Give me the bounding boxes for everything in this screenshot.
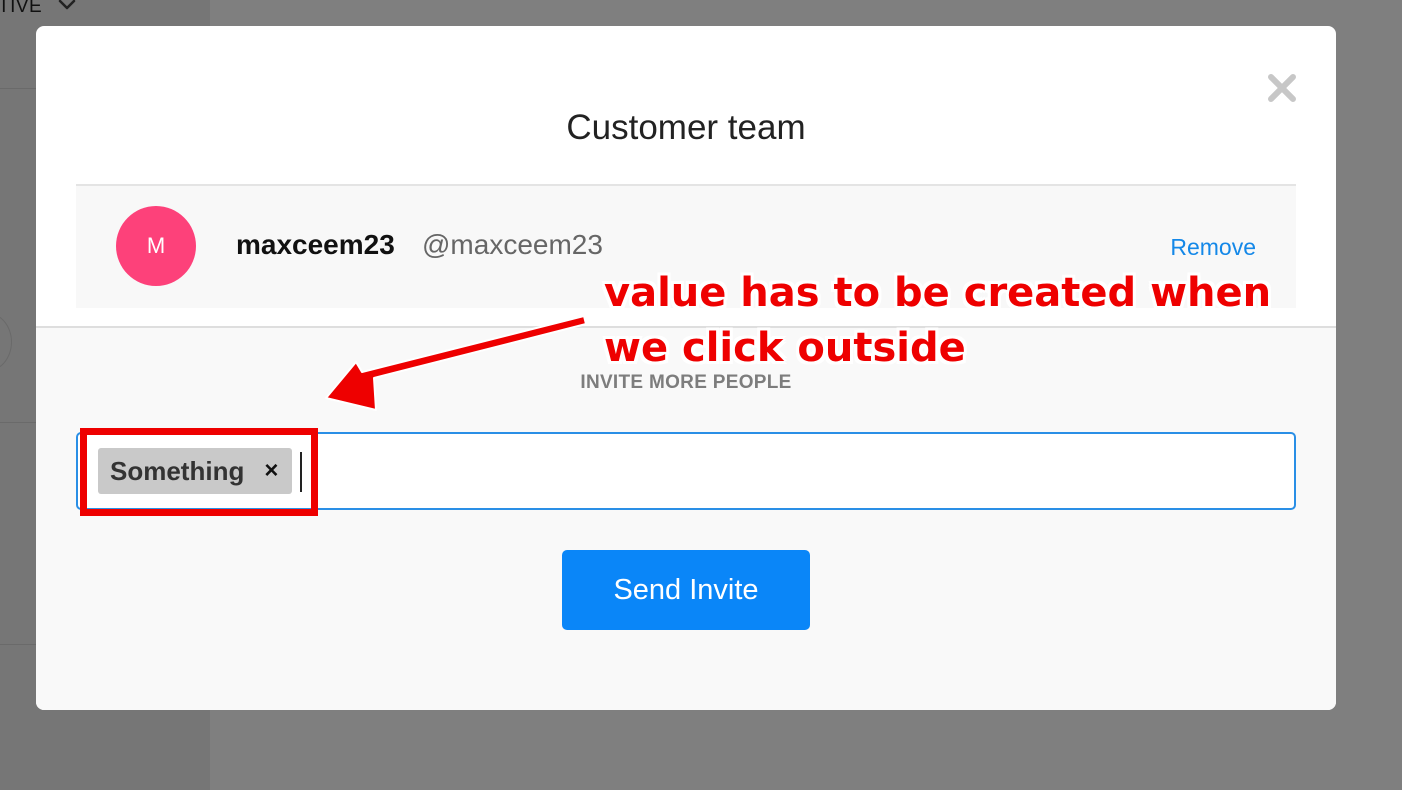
avatar: M <box>116 206 196 286</box>
background-avatar-edge <box>0 312 12 372</box>
close-icon[interactable] <box>1264 70 1300 106</box>
send-invite-button[interactable]: Send Invite <box>562 550 810 630</box>
invite-section: INVITE MORE PEOPLE Something × Send Invi… <box>36 326 1336 710</box>
member-name: maxceem23 <box>236 229 395 260</box>
background-filter-label: TIVE <box>0 0 43 17</box>
member-handle: @maxceem23 <box>422 229 603 260</box>
annotation-highlight-box <box>80 428 318 516</box>
annotation-line: value has to be created when <box>604 270 1272 316</box>
annotation-line: we click outside <box>604 325 966 371</box>
remove-member-link[interactable]: Remove <box>1170 234 1256 261</box>
annotation-note: value has to be created when we click ou… <box>604 266 1324 376</box>
modal-title: Customer team <box>566 108 806 147</box>
chevron-down-icon <box>58 0 76 10</box>
